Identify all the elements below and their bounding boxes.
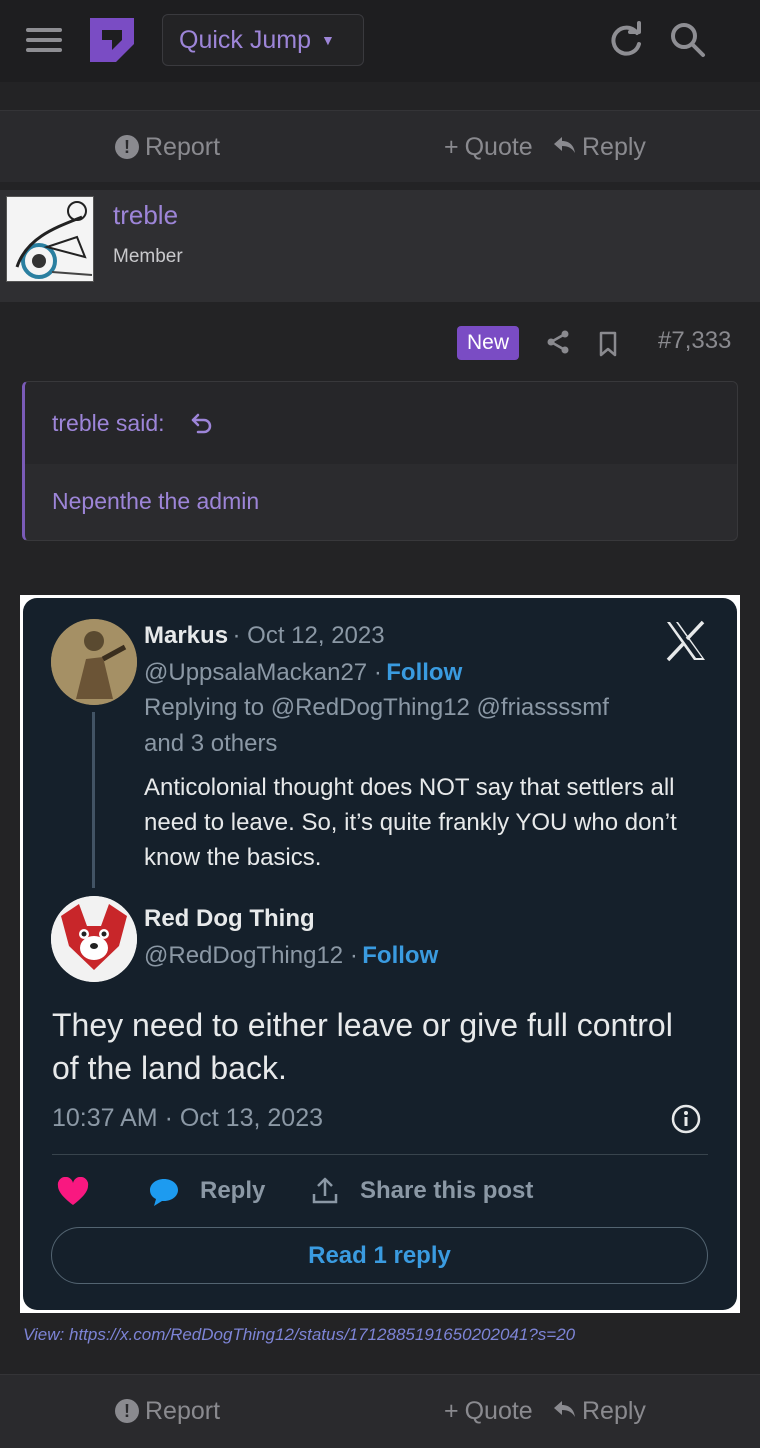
reply-arrow-icon [552, 133, 576, 162]
embed-source-link[interactable]: View: https://x.com/RedDogThing12/status… [23, 1325, 575, 1345]
tweet-handle: @UppsalaMackan27 · [144, 659, 382, 686]
replying-to-more: and 3 others [144, 730, 278, 757]
share-icon[interactable] [544, 328, 572, 356]
info-icon[interactable] [670, 1103, 702, 1135]
avatar[interactable] [51, 896, 137, 982]
reply-button[interactable]: Reply [552, 1375, 646, 1447]
post-action-bar-top: ! Report + Quote Reply [0, 110, 760, 182]
post-action-bar-bottom: ! Report + Quote Reply [0, 1374, 760, 1448]
quick-jump-label: Quick Jump [179, 25, 311, 54]
refresh-icon[interactable] [606, 20, 646, 60]
quote-label: Quote [464, 1396, 533, 1425]
quote-block [22, 381, 738, 541]
quote-button[interactable]: + Quote [444, 111, 533, 183]
reply-label: Reply [582, 132, 646, 161]
reply-bubble-icon[interactable] [148, 1177, 180, 1207]
report-label: Report [145, 132, 221, 161]
quote-label: Quote [464, 132, 533, 161]
tweet-author-name[interactable]: Markus [144, 622, 228, 649]
alert-icon: ! [115, 1399, 139, 1423]
tweet-handle: @RedDogThing12 · [144, 942, 358, 969]
chevron-down-icon: ▼ [320, 32, 335, 48]
tweet-date: · Oct 12, 2023 [232, 622, 385, 649]
tweet-reply-button[interactable]: Reply [200, 1177, 265, 1205]
plus-icon: + [444, 132, 459, 161]
post-number[interactable]: #7,333 [658, 327, 731, 355]
bookmark-icon[interactable] [596, 330, 620, 358]
quote-text: Nepenthe the admin [52, 488, 260, 514]
reply-tweet-header: Markus · Oct 12, 2023 [144, 622, 385, 650]
quote-author[interactable]: treble said: [52, 410, 165, 437]
reply-tweet-text: Anticolonial thought does NOT say that s… [144, 774, 677, 871]
report-label: Report [145, 1396, 221, 1425]
quick-jump-dropdown[interactable]: Quick Jump ▼ [162, 14, 364, 66]
plus-icon: + [444, 1396, 459, 1425]
upload-share-icon[interactable] [311, 1176, 339, 1206]
heart-icon[interactable] [57, 1177, 89, 1207]
alert-icon: ! [115, 135, 139, 159]
tweet-author-name[interactable]: Red Dog Thing [144, 905, 315, 933]
avatar[interactable] [51, 619, 137, 705]
main-tweet-text: They need to either leave or give full c… [52, 1007, 673, 1086]
reply-tweet-handle-row: @UppsalaMackan27 · Follow [144, 659, 462, 687]
replying-to-text: Replying to @RedDogThing12 @friassssmf [144, 694, 609, 721]
quote-button[interactable]: + Quote [444, 1375, 533, 1447]
thread-connector-line [92, 712, 95, 888]
site-logo-icon[interactable] [88, 16, 136, 64]
tweet-timestamp[interactable]: 10:37 AM · Oct 13, 2023 [52, 1104, 323, 1133]
username[interactable]: treble [113, 200, 178, 231]
user-title: Member [113, 246, 183, 267]
report-button[interactable]: ! Report [115, 111, 220, 183]
tweet-share-button[interactable]: Share this post [360, 1177, 533, 1205]
menu-icon[interactable] [26, 28, 62, 54]
x-logo-icon[interactable] [664, 620, 708, 662]
report-button[interactable]: ! Report [115, 1375, 220, 1447]
reply-arrow-icon [552, 1397, 576, 1426]
follow-link[interactable]: Follow [386, 659, 462, 686]
main-tweet-handle-row: @RedDogThing12 · Follow [144, 942, 438, 970]
jump-to-quote-icon[interactable] [190, 411, 214, 435]
follow-link[interactable]: Follow [362, 942, 438, 969]
reply-button[interactable]: Reply [552, 111, 646, 183]
reply-label: Reply [582, 1396, 646, 1425]
divider [52, 1154, 708, 1155]
new-badge: New [457, 326, 519, 360]
read-replies-button[interactable]: Read 1 reply [51, 1227, 708, 1284]
search-icon[interactable] [668, 20, 708, 60]
avatar[interactable] [6, 196, 94, 282]
